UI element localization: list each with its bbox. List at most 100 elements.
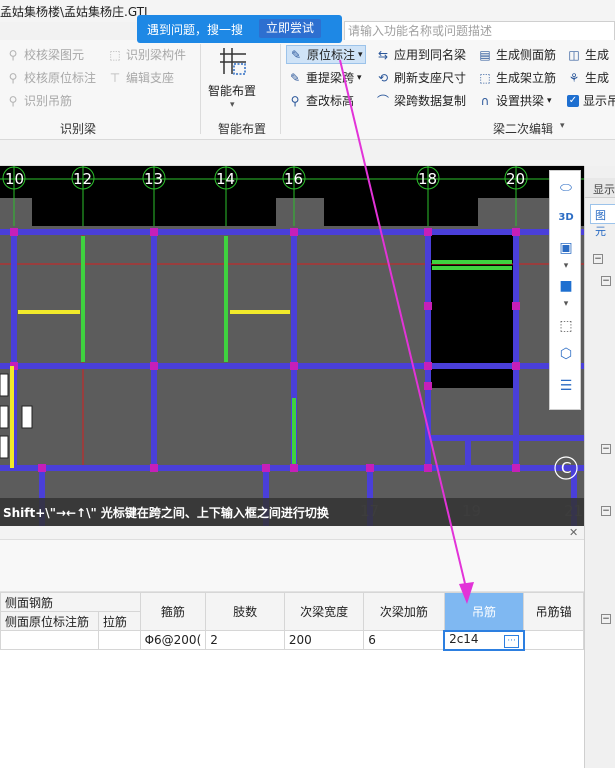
check-original-label-button[interactable]: ⚲ 校核原位标注	[6, 69, 96, 86]
axis-label: 14	[216, 170, 236, 188]
check-elevation-button[interactable]: ⚲ 查改标高	[288, 92, 354, 109]
beam-drawing	[0, 166, 584, 526]
chevron-down-icon[interactable]: ▾	[230, 100, 235, 110]
collapse-icon[interactable]: −	[601, 276, 611, 286]
panel-toolbar	[0, 540, 584, 592]
apply-same-beam-label: 应用到同名梁	[394, 48, 467, 62]
search-tip-bubble: 遇到问题，搜一搜 立即尝试	[137, 15, 342, 43]
more-icon[interactable]: ···	[504, 635, 519, 648]
generate-button-2[interactable]: ⚘ 生成	[567, 69, 609, 86]
generate-label-2: 生成	[585, 71, 610, 85]
check-original-label: 校核原位标注	[24, 71, 97, 85]
show-hanger-label: 显示吊	[583, 94, 615, 108]
check-beam-button[interactable]: ⚲ 校核梁图元	[6, 46, 84, 63]
divider	[280, 44, 281, 134]
column-header: 拉筋	[97, 611, 141, 631]
chevron-down-icon[interactable]: ▾	[560, 121, 565, 131]
identify-beam-label: 识别梁构件	[126, 48, 187, 62]
hanger-icon: ⚲	[8, 93, 18, 108]
refresh-support-label: 刷新支座尺寸	[394, 71, 467, 85]
hanger-value: 2c14	[449, 632, 479, 646]
axis-label-c: C	[561, 459, 572, 477]
hanger-input-cell[interactable]: 2c14 ···	[443, 629, 525, 651]
table-cell[interactable]: 6	[363, 630, 445, 650]
right-panel-tab-label: 显示	[593, 183, 615, 196]
check-label-icon: ⚲	[8, 70, 18, 85]
elevation-icon: ⚲	[290, 93, 300, 108]
hexagon-icon[interactable]: ⬡	[555, 343, 577, 365]
collapse-icon[interactable]: −	[601, 614, 611, 624]
secondary-edit-group-label: 梁二次编辑	[493, 122, 554, 136]
set-arch-beam-button[interactable]: ∩ 设置拱梁 ▾	[478, 92, 552, 109]
chevron-down-icon[interactable]: ▾	[555, 293, 577, 315]
3d-icon[interactable]: 3D	[555, 207, 577, 229]
panel-header: ✕	[0, 526, 584, 540]
span-data-copy-button[interactable]: ⌒ 梁跨数据复制	[376, 92, 466, 109]
identify-beam-component-button[interactable]: ⬚ 识别梁构件	[108, 46, 186, 63]
checkbox-icon: ✓	[567, 94, 579, 107]
original-label-text: 原位标注	[307, 48, 356, 62]
original-label-button[interactable]: ✎ 原位标注 ▾	[286, 45, 366, 64]
span-data-copy-label: 梁跨数据复制	[394, 94, 467, 108]
check-elevation-label: 查改标高	[306, 94, 355, 108]
drawing-canvas[interactable]: 10 12 13 14 16 18 20 17 19 21 C	[0, 166, 584, 526]
table-cell[interactable]: Φ6@200(	[139, 630, 207, 650]
check-beam-label: 校核梁图元	[24, 48, 85, 62]
collapse-icon[interactable]: −	[601, 506, 611, 516]
generate-button[interactable]: ◫ 生成	[567, 46, 609, 63]
hint-text: Shift+\"→←↑\" 光标键在跨之间、上下输入框之间进行切换	[3, 506, 329, 520]
axis-label: 10	[5, 170, 25, 188]
smart-layout-group-label: 智能布置	[218, 122, 267, 136]
property-panel: ✕ 侧面钢筋 箍筋 肢数 次梁宽度 次梁加筋 吊筋 吊筋锚 侧面原位标注筋 拉筋…	[0, 526, 584, 768]
divider	[200, 44, 201, 134]
apply-same-beam-button[interactable]: ⇆ 应用到同名梁	[376, 46, 466, 63]
table-cell[interactable]	[0, 630, 99, 650]
collapse-icon[interactable]: −	[601, 444, 611, 454]
shape-icon[interactable]: ⬭	[555, 177, 577, 199]
generate-erection-bar-button[interactable]: ⬚ 生成架立筋	[478, 69, 556, 86]
view-toolbar: ⬭ 3D ▣ ▾ ■ ▾ ⬚ ⬡ ☰	[549, 170, 581, 410]
check-icon: ⚲	[8, 47, 18, 62]
right-panel-tab-2-label: 图元	[595, 209, 606, 238]
generate-label: 生成	[585, 48, 610, 62]
edit-support-button[interactable]: ⊤ 编辑支座	[108, 69, 174, 86]
chevron-down-icon: ▾	[358, 49, 363, 60]
try-now-button[interactable]: 立即尝试	[259, 19, 321, 38]
column-header-hanger[interactable]: 吊筋	[443, 592, 525, 631]
select-icon[interactable]: ⬚	[555, 315, 577, 337]
identify-icon: ⬚	[109, 47, 121, 62]
show-hanger-checkbox[interactable]: ✓ 显示吊	[567, 92, 615, 109]
collapse-icon[interactable]: −	[593, 254, 603, 264]
window-title: 孟姑集杨楼\孟姑集杨庄.GTJ	[0, 5, 148, 19]
refresh-support-button[interactable]: ⟲ 刷新支座尺寸	[376, 69, 466, 86]
copy-icon: ⌒	[376, 93, 389, 108]
search-input[interactable]	[344, 21, 615, 41]
table-cell[interactable]: 200	[283, 630, 365, 650]
smart-layout-button[interactable]: 智能布置	[208, 82, 256, 99]
reextract-span-button[interactable]: ✎ 重提梁跨 ▾	[288, 69, 362, 86]
axis-label: 12	[73, 170, 93, 188]
chevron-down-icon[interactable]: ▾	[555, 255, 577, 277]
chevron-down-icon: ▾	[357, 72, 362, 83]
right-panel-tab-2[interactable]: 图元	[590, 204, 615, 238]
chevron-down-icon: ▾	[547, 95, 552, 106]
column-group-header: 侧面钢筋	[0, 592, 141, 612]
axis-label: 16	[284, 170, 304, 188]
identify-hanger-button[interactable]: ⚲ 识别吊筋	[6, 92, 72, 109]
column-header: 吊筋锚	[523, 592, 584, 631]
table-cell[interactable]: 2	[205, 630, 285, 650]
right-panel: 显示 图元 − − − − −	[584, 166, 615, 768]
generate-side-bar-button[interactable]: ▤ 生成侧面筋	[478, 46, 556, 63]
edit-support-label: 编辑支座	[126, 71, 175, 85]
axis-label: 13	[144, 170, 164, 188]
table-cell[interactable]	[97, 630, 141, 650]
close-icon[interactable]: ✕	[569, 526, 578, 539]
table-cell[interactable]	[523, 630, 584, 650]
right-panel-tab[interactable]: 显示	[585, 178, 615, 198]
generate-icon: ⚘	[568, 70, 580, 85]
properties-icon[interactable]: ☰	[555, 375, 577, 397]
set-arch-beam-label: 设置拱梁	[496, 94, 545, 108]
generate-erection-bar-label: 生成架立筋	[496, 71, 557, 85]
smart-layout-label: 智能布置	[208, 84, 257, 98]
refresh-icon: ⟲	[377, 70, 389, 85]
